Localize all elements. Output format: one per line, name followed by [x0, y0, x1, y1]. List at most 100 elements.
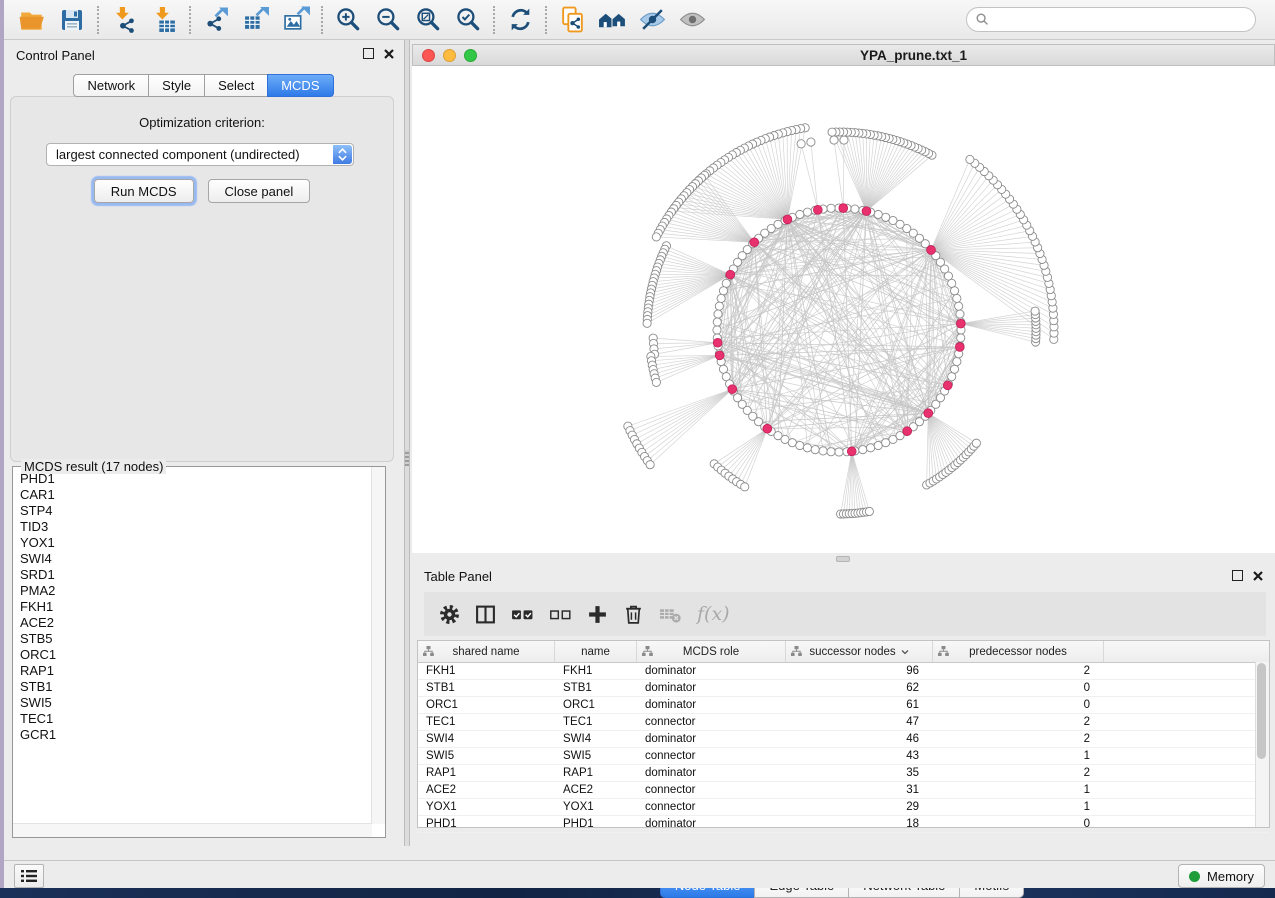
- splitter-grip[interactable]: [405, 450, 409, 466]
- scrollbar-thumb[interactable]: [1257, 663, 1266, 759]
- open-file-button[interactable]: [12, 3, 52, 37]
- table-row[interactable]: TEC1TEC1connector472: [418, 714, 1269, 731]
- maximize-window-icon[interactable]: [464, 49, 477, 62]
- table-row[interactable]: STB1STB1dominator620: [418, 680, 1269, 697]
- export-table-button[interactable]: [236, 3, 276, 37]
- list-item[interactable]: STB5: [20, 631, 372, 647]
- list-item[interactable]: CAR1: [20, 487, 372, 503]
- cell-shared_name: PHD1: [418, 818, 555, 830]
- list-item[interactable]: YOX1: [20, 535, 372, 551]
- criterion-select[interactable]: largest connected component (undirected): [46, 143, 354, 166]
- column-split-icon[interactable]: [475, 604, 496, 625]
- tab-mcds[interactable]: MCDS: [267, 74, 333, 97]
- list-item[interactable]: SWI4: [20, 551, 372, 567]
- delete-column-icon[interactable]: [623, 604, 644, 625]
- horizontal-scrollbar[interactable]: [13, 823, 372, 837]
- cell-name: STB1: [555, 682, 637, 694]
- list-item[interactable]: SWI5: [20, 695, 372, 711]
- list-item[interactable]: ACE2: [20, 615, 372, 631]
- close-panel-button[interactable]: Close panel: [208, 179, 311, 203]
- import-network-icon: [111, 6, 138, 33]
- save-session-button[interactable]: [52, 3, 92, 37]
- table-row[interactable]: PHD1PHD1dominator180: [418, 816, 1269, 833]
- column-header-successor-nodes[interactable]: successor nodes: [786, 641, 933, 662]
- table-row[interactable]: SWI4SWI4dominator462: [418, 731, 1269, 748]
- zoom-selected-button[interactable]: [448, 3, 488, 37]
- list-item[interactable]: ORC1: [20, 647, 372, 663]
- float-panel-icon[interactable]: [1232, 570, 1243, 581]
- export-image-button[interactable]: [276, 3, 316, 37]
- table-row[interactable]: ORC1ORC1dominator610: [418, 697, 1269, 714]
- list-item[interactable]: STP4: [20, 503, 372, 519]
- cell-name: ACE2: [555, 784, 637, 796]
- table-row[interactable]: FKH1FKH1dominator962: [418, 663, 1269, 680]
- deselect-all-checkboxes-icon[interactable]: [549, 604, 572, 625]
- close-panel-icon[interactable]: [384, 49, 394, 59]
- clone-network-button[interactable]: [552, 3, 592, 37]
- list-icon: [21, 869, 37, 883]
- hide-selected-button[interactable]: [632, 3, 672, 37]
- vertical-scrollbar[interactable]: [371, 467, 385, 824]
- cell-shared_name: ORC1: [418, 699, 555, 711]
- apply-layout-button[interactable]: [500, 3, 540, 37]
- close-panel-icon[interactable]: [1253, 571, 1263, 581]
- list-item[interactable]: PMA2: [20, 583, 372, 599]
- list-item[interactable]: TEC1: [20, 711, 372, 727]
- cell-mcds_role: dominator: [637, 818, 786, 830]
- list-item[interactable]: RAP1: [20, 663, 372, 679]
- table-vertical-scrollbar[interactable]: [1255, 662, 1269, 827]
- list-item[interactable]: TID3: [20, 519, 372, 535]
- cell-successor_nodes: 35: [786, 767, 933, 779]
- table-row[interactable]: RAP1RAP1dominator352: [418, 765, 1269, 782]
- zoom-fit-button[interactable]: [408, 3, 448, 37]
- list-item[interactable]: PHD1: [20, 471, 372, 487]
- close-window-icon[interactable]: [422, 49, 435, 62]
- search-field[interactable]: [966, 7, 1256, 32]
- tab-select[interactable]: Select: [204, 74, 268, 97]
- column-header-name[interactable]: name: [555, 641, 637, 662]
- list-item[interactable]: SRD1: [20, 567, 372, 583]
- run-mcds-button[interactable]: Run MCDS: [94, 179, 194, 203]
- table-row[interactable]: YOX1YOX1connector291: [418, 799, 1269, 816]
- memory-button[interactable]: Memory: [1178, 864, 1265, 888]
- add-column-icon[interactable]: [587, 604, 608, 625]
- network-canvas[interactable]: [412, 66, 1275, 553]
- search-input[interactable]: [994, 11, 1246, 28]
- mcds-result-list[interactable]: PHD1CAR1STP4TID3YOX1SWI4SRD1PMA2FKH1ACE2…: [13, 471, 372, 824]
- toolbar-separator: [189, 6, 191, 34]
- column-header-MCDS-role[interactable]: MCDS role: [637, 641, 786, 662]
- cell-successor_nodes: 61: [786, 699, 933, 711]
- float-panel-icon[interactable]: [363, 48, 374, 59]
- import-table-icon: [151, 6, 178, 33]
- show-all-button[interactable]: [672, 3, 712, 37]
- network-graph[interactable]: [412, 66, 1275, 553]
- list-item[interactable]: GCR1: [20, 727, 372, 743]
- table-row[interactable]: ACE2ACE2connector311: [418, 782, 1269, 799]
- import-table-button[interactable]: [144, 3, 184, 37]
- gear-icon[interactable]: [439, 604, 460, 625]
- splitter-grip[interactable]: [836, 556, 850, 562]
- select-all-checkboxes-icon[interactable]: [511, 604, 534, 625]
- tab-style[interactable]: Style: [148, 74, 205, 97]
- network-window-titlebar[interactable]: YPA_prune.txt_1: [412, 44, 1275, 66]
- first-neighbors-button[interactable]: [592, 3, 632, 37]
- zoom-selected-icon: [455, 6, 482, 33]
- import-network-button[interactable]: [104, 3, 144, 37]
- save-icon: [59, 7, 85, 33]
- tab-network[interactable]: Network: [73, 74, 149, 97]
- minimize-window-icon[interactable]: [443, 49, 456, 62]
- column-header-predecessor-nodes[interactable]: predecessor nodes: [933, 641, 1104, 662]
- horizontal-splitter[interactable]: [410, 553, 1275, 565]
- list-item[interactable]: STB1: [20, 679, 372, 695]
- cell-mcds_role: connector: [637, 750, 786, 762]
- list-item[interactable]: FKH1: [20, 599, 372, 615]
- attribute-tree-icon: [423, 646, 434, 656]
- column-header-shared-name[interactable]: shared name: [418, 641, 555, 662]
- clone-network-icon: [559, 6, 586, 33]
- zoom-out-button[interactable]: [368, 3, 408, 37]
- export-network-button[interactable]: [196, 3, 236, 37]
- table-row[interactable]: SWI5SWI5connector431: [418, 748, 1269, 765]
- zoom-in-button[interactable]: [328, 3, 368, 37]
- panel-menu-button[interactable]: [14, 864, 44, 888]
- cell-successor_nodes: 46: [786, 733, 933, 745]
